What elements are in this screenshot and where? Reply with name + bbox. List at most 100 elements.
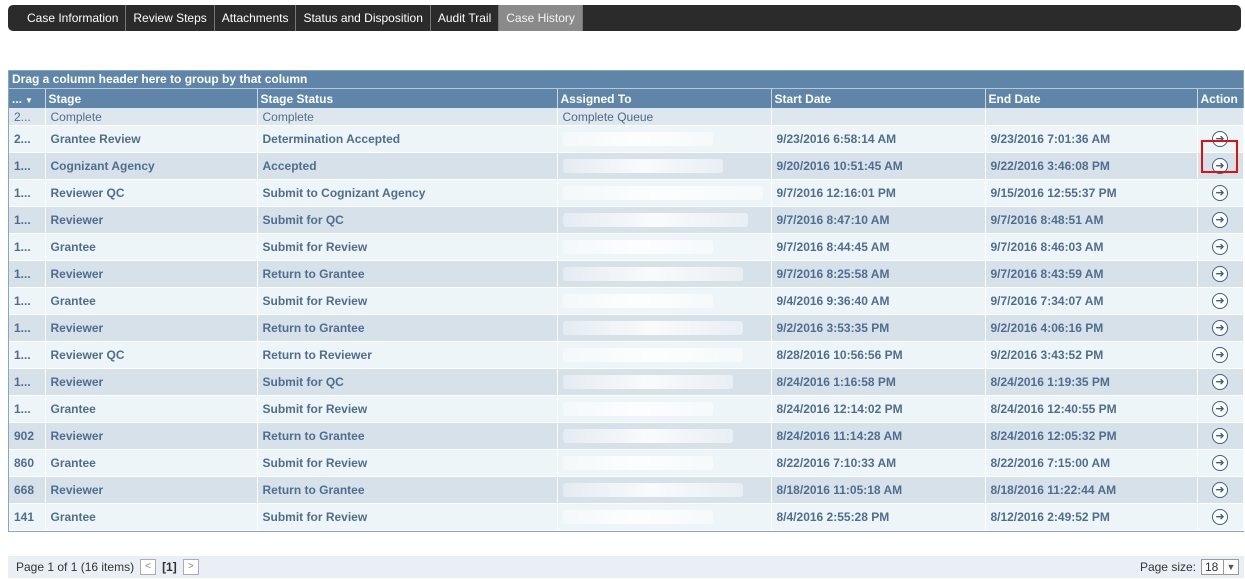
cell-stage: Reviewer QC [45,341,258,369]
table-row[interactable]: 1... Grantee Submit for Review 9/4/2016 9:3… [9,287,1244,315]
table-row[interactable]: 1... Reviewer Submit for QC 9/7/2016 8:47:1… [9,206,1244,234]
table-row[interactable]: 1... Reviewer Submit for QC 8/24/2016 1:16:… [9,368,1244,396]
cell-assigned-to [557,476,772,504]
column-header-stage-status[interactable]: Stage Status [257,89,558,108]
cell-start-date: 8/18/2016 11:05:18 AM [771,476,986,504]
cell-stage: Reviewer [45,368,258,396]
cell-start-date: 9/23/2016 6:58:14 AM [771,125,986,153]
arrow-right-circle-icon[interactable]: ➜ [1212,185,1228,201]
case-history-table: ... ▼ Stage Stage Status Assigned To Star… [9,89,1244,531]
cell-stage: Grantee Review [45,125,258,153]
column-header-end-date[interactable]: End Date [985,89,1198,108]
cell-id: 860 [9,449,46,477]
column-header-start-date[interactable]: Start Date [771,89,986,108]
cell-stage-status: Return to Grantee [257,314,558,342]
cell-start-date [771,108,986,126]
cell-start-date: 8/22/2016 7:10:33 AM [771,449,986,477]
arrow-right-circle-icon[interactable]: ➜ [1212,347,1228,363]
sort-down-icon[interactable]: ▼ [25,96,33,105]
arrow-right-circle-icon[interactable]: ➜ [1212,455,1228,471]
cell-end-date: 9/2/2016 4:06:16 PM [985,314,1198,342]
cell-end-date: 9/23/2016 7:01:36 AM [985,125,1198,153]
tab-review-steps[interactable]: Review Steps [126,5,215,31]
page-size-value: 18 [1205,560,1219,574]
cell-end-date: 8/22/2016 7:15:00 AM [985,449,1198,477]
table-row[interactable]: 1... Grantee Submit for Review 9/7/2016 8:4… [9,233,1244,261]
cell-end-date: 9/7/2016 8:48:51 AM [985,206,1198,234]
cell-start-date: 9/7/2016 8:47:10 AM [771,206,986,234]
header-row: ... ▼ Stage Stage Status Assigned To Star… [9,89,1243,108]
cell-action: ➜ [1197,476,1244,504]
cell-end-date: 8/24/2016 12:05:32 PM [985,422,1198,450]
prev-page-button[interactable]: < [140,559,157,575]
redacted-value [562,348,743,363]
cell-id: 1... [9,152,46,180]
column-header-assigned-to[interactable]: Assigned To [557,89,772,108]
table-row[interactable]: 141 Grantee Submit for Review 8/4/2016 2:55… [9,503,1244,531]
arrow-right-circle-icon[interactable]: ➜ [1212,428,1228,444]
arrow-right-circle-icon[interactable]: ➜ [1212,266,1228,282]
column-header-stage[interactable]: Stage [45,89,258,108]
cell-stage: Complete [45,108,258,126]
cell-id: 141 [9,503,46,531]
cell-stage-status: Return to Grantee [257,422,558,450]
redacted-value [562,294,713,309]
table-row[interactable]: 1... Reviewer Return to Grantee 9/2/2016 3:… [9,314,1244,342]
arrow-right-circle-icon[interactable]: ➜ [1212,401,1228,417]
cell-action [1197,108,1244,126]
cell-stage-status: Submit for Review [257,233,558,261]
cell-assigned-to [557,152,772,180]
tab-case-information[interactable]: Case Information [20,5,127,31]
column-header-id[interactable]: ... ▼ [9,89,46,108]
cell-start-date: 9/7/2016 8:44:45 AM [771,233,986,261]
cell-end-date: 8/24/2016 1:19:35 PM [985,368,1198,396]
arrow-right-circle-icon[interactable]: ➜ [1212,482,1228,498]
cell-id: 1... [9,206,46,234]
table-row[interactable]: 2... Complete Complete Complete Queue [9,108,1244,126]
current-page[interactable]: [1] [162,560,177,574]
arrow-right-circle-icon[interactable]: ➜ [1212,374,1228,390]
cell-end-date: 9/7/2016 8:46:03 AM [985,233,1198,261]
tab-status-and-disposition[interactable]: Status and Disposition [296,5,431,31]
table-row[interactable]: 1... Cognizant Agency Accepted 9/20/2016 10… [9,152,1244,180]
redacted-value [562,159,723,174]
arrow-right-circle-icon[interactable]: ➜ [1212,509,1228,525]
cell-stage: Reviewer [45,422,258,450]
cell-action: ➜ [1197,260,1244,288]
tab-audit-trail[interactable]: Audit Trail [431,5,500,31]
cell-id: 1... [9,233,46,261]
table-row[interactable]: 902 Reviewer Return to Grantee 8/24/2016 11… [9,422,1244,450]
table-row[interactable]: 1... Reviewer QC Submit to Cognizant Agenc… [9,179,1244,207]
table-row[interactable]: 668 Reviewer Return to Grantee 8/18/2016 11… [9,476,1244,504]
tab-case-history[interactable]: Case History [499,5,583,31]
cell-stage-status: Determination Accepted [257,125,558,153]
cell-id: 1... [9,179,46,207]
page-size-select[interactable]: 18 ▼ [1201,559,1239,575]
redacted-value [562,510,713,525]
arrow-right-circle-icon[interactable]: ➜ [1212,320,1228,336]
cell-stage-status: Complete [257,108,558,126]
arrow-right-circle-icon[interactable]: ➜ [1212,293,1228,309]
chevron-down-icon[interactable]: ▼ [1223,560,1238,574]
table-row[interactable]: 1... Reviewer QC Return to Reviewer 8/28/20… [9,341,1244,369]
arrow-right-circle-icon[interactable]: ➜ [1212,158,1228,174]
table-row[interactable]: 1... Reviewer Return to Grantee 9/7/2016 8:… [9,260,1244,288]
cell-start-date: 9/20/2016 10:51:45 AM [771,152,986,180]
arrow-right-circle-icon[interactable]: ➜ [1212,212,1228,228]
cell-action: ➜ [1197,179,1244,207]
cell-stage-status: Return to Grantee [257,476,558,504]
table-row[interactable]: 1... Grantee Submit for Review 8/24/2016 12… [9,395,1244,423]
cell-assigned-to [557,314,772,342]
arrow-right-circle-icon[interactable]: ➜ [1212,131,1228,147]
table-row[interactable]: 2... Grantee Review Determination Accepted… [9,125,1244,153]
cell-action: ➜ [1197,152,1244,180]
tab-attachments[interactable]: Attachments [215,5,297,31]
next-page-button[interactable]: > [182,559,199,575]
group-by-panel[interactable]: Drag a column header here to group by th… [9,71,1243,89]
cell-assigned-to [557,206,772,234]
cell-assigned-to [557,179,772,207]
arrow-right-circle-icon[interactable]: ➜ [1212,239,1228,255]
redacted-value [562,213,748,228]
table-row[interactable]: 860 Grantee Submit for Review 8/22/2016 7:1… [9,449,1244,477]
cell-end-date: 9/7/2016 8:43:59 AM [985,260,1198,288]
